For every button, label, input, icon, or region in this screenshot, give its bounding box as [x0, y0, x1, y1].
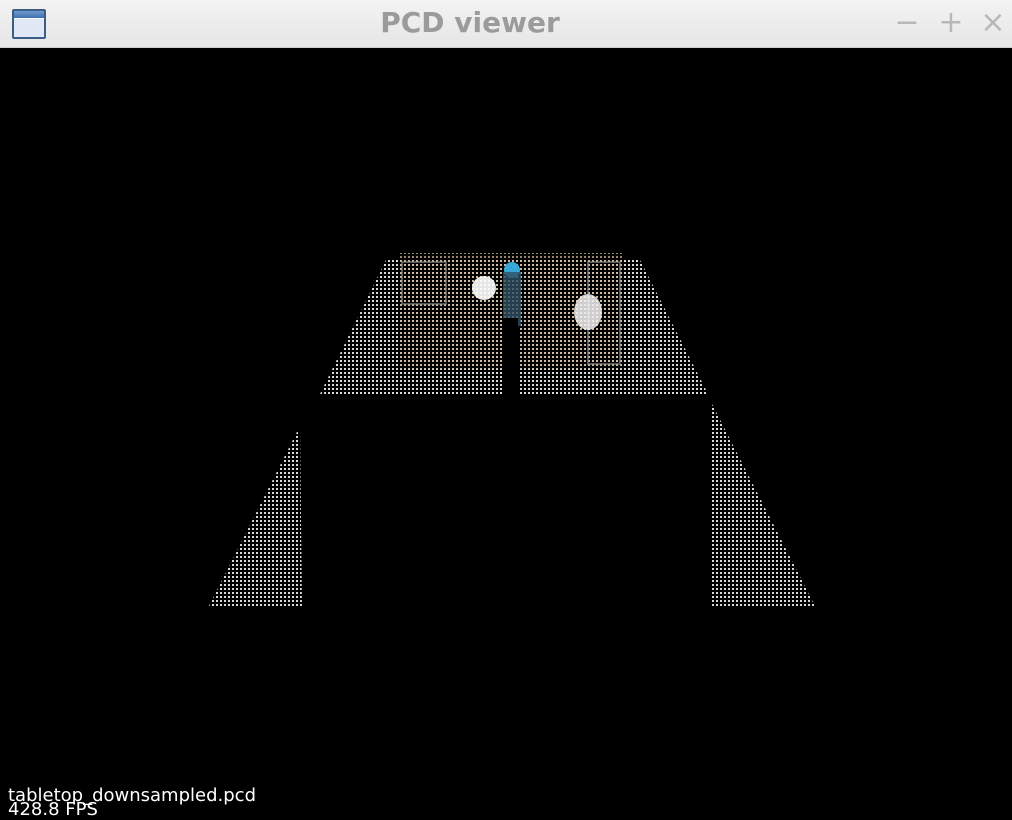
point-cloud-canvas[interactable]	[0, 48, 1012, 820]
window-title: PCD viewer	[380, 6, 560, 39]
object-cluster-right	[574, 294, 602, 330]
point-cloud-viewport[interactable]: tabletop_downsampled.pcd 428.8 FPS	[0, 48, 1012, 820]
occlusion-shadow	[502, 318, 518, 394]
right-floor-points	[712, 404, 816, 608]
left-floor-points	[208, 426, 302, 608]
minimize-button[interactable]: −	[890, 6, 924, 40]
close-button[interactable]: ×	[976, 6, 1010, 40]
maximize-button[interactable]: +	[934, 6, 968, 40]
fps-counter: 428.8 FPS	[8, 799, 98, 820]
object-cluster-center	[503, 272, 521, 326]
window-titlebar[interactable]: PCD viewer − + ×	[0, 0, 1012, 48]
object-cluster-left	[472, 276, 496, 300]
